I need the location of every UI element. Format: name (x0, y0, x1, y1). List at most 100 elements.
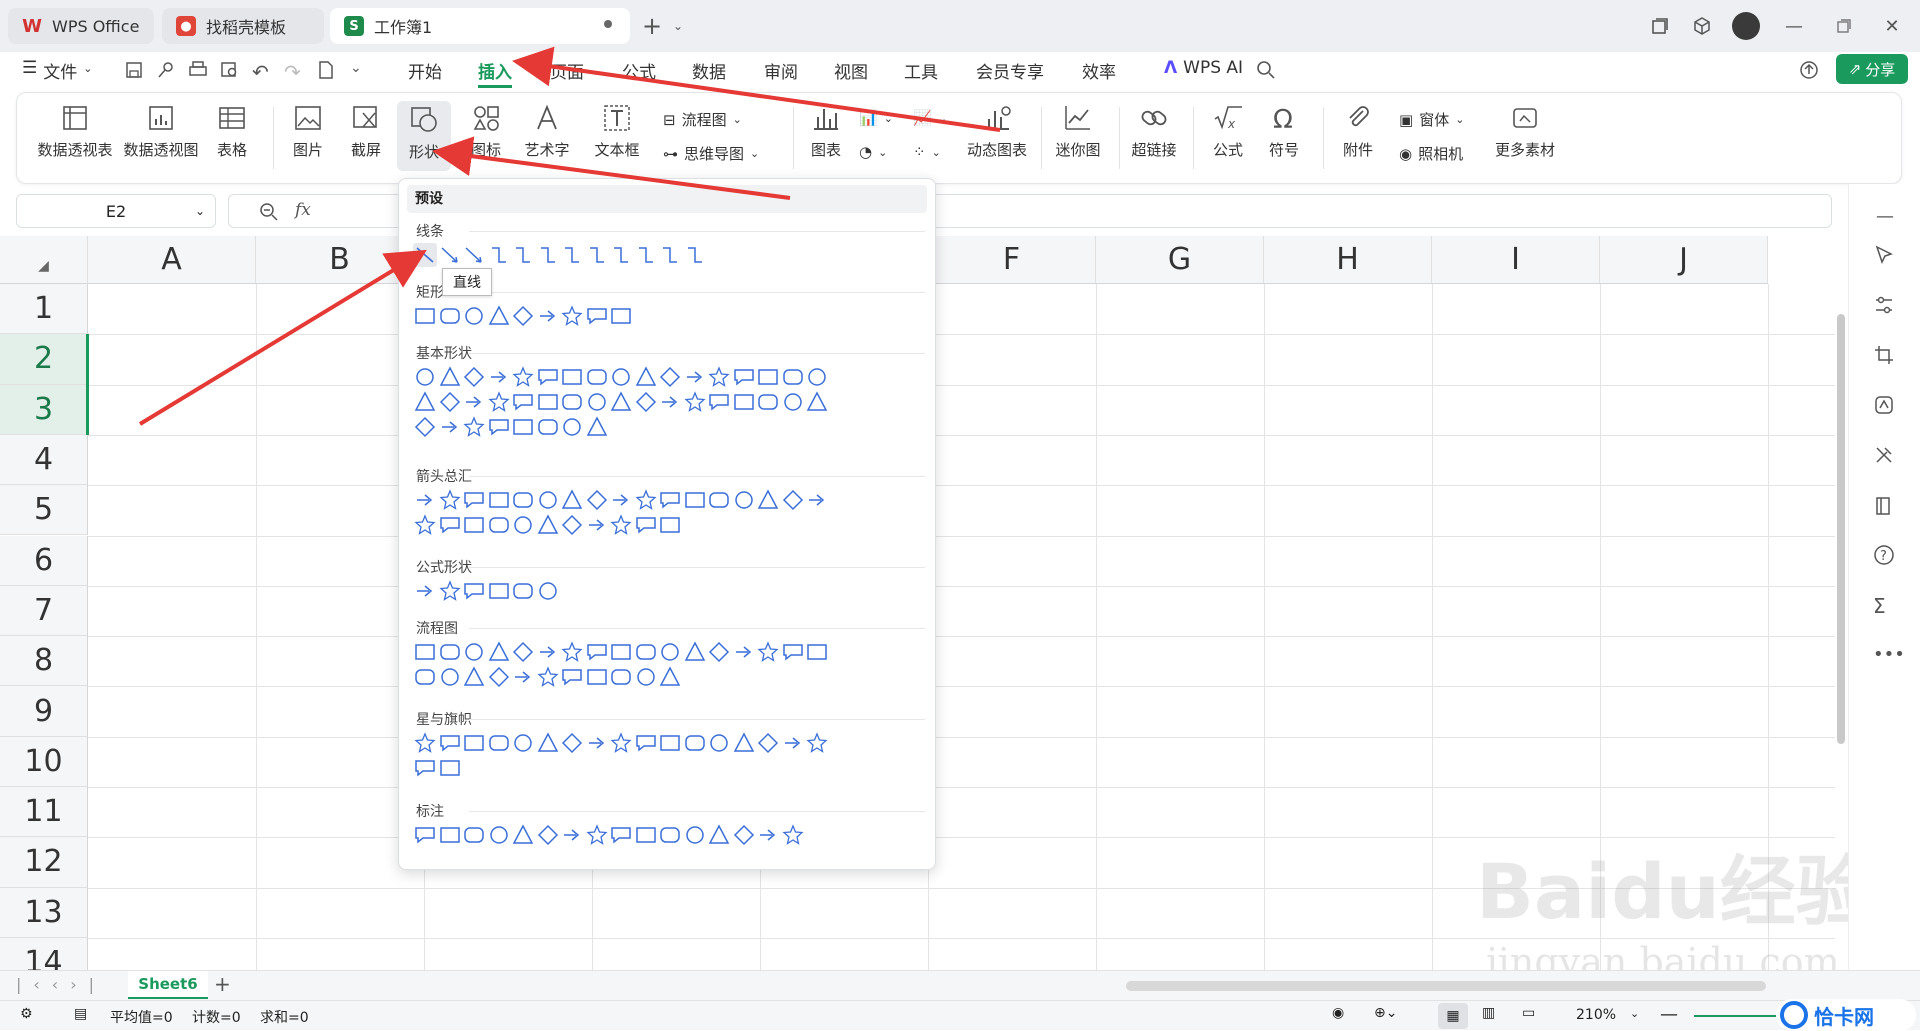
shape-option[interactable] (658, 640, 682, 664)
undo-icon[interactable]: ↶ (252, 60, 274, 84)
shape-option[interactable] (462, 243, 486, 267)
format-painter-icon[interactable] (156, 60, 178, 82)
shape-option[interactable] (560, 365, 584, 389)
menu-review[interactable]: 审阅 (764, 58, 798, 83)
chart-button[interactable]: 图表 (803, 101, 849, 160)
shape-option[interactable] (487, 365, 511, 389)
shape-option[interactable] (560, 513, 584, 537)
shape-option[interactable] (462, 823, 486, 847)
flowchart-button[interactable]: ⊟ 流程图 ⌄ (663, 109, 742, 130)
shape-option[interactable] (511, 731, 535, 755)
shape-option[interactable] (560, 304, 584, 328)
shape-option[interactable] (634, 731, 658, 755)
page-layout-icon[interactable]: ▥ (1482, 1005, 1495, 1021)
shapes-button[interactable]: 形状 (397, 101, 451, 171)
help-icon[interactable]: ? (1873, 544, 1897, 568)
shape-option[interactable] (658, 823, 682, 847)
tab-workbook[interactable]: S 工作簿1 (330, 8, 630, 44)
shape-option[interactable] (487, 304, 511, 328)
screenshot-button[interactable]: 截屏 (341, 101, 391, 160)
shape-option[interactable] (609, 304, 633, 328)
shape-option[interactable] (585, 731, 609, 755)
shape-option[interactable] (609, 365, 633, 389)
shape-option[interactable] (609, 823, 633, 847)
shape-option[interactable] (413, 304, 437, 328)
shape-option[interactable] (658, 513, 682, 537)
pivot-table-button[interactable]: 数据透视表 (35, 101, 115, 160)
shape-option[interactable] (536, 513, 560, 537)
shape-option[interactable] (462, 665, 486, 689)
shape-option[interactable] (805, 731, 829, 755)
shape-option[interactable] (585, 365, 609, 389)
shape-option[interactable] (805, 365, 829, 389)
shape-option[interactable] (683, 823, 707, 847)
new-tab-icon[interactable]: + (640, 12, 664, 40)
eye-icon[interactable]: ◉ (1332, 1005, 1344, 1021)
shape-option[interactable] (413, 823, 437, 847)
more-icon[interactable]: ••• (1873, 644, 1905, 668)
shape-option[interactable] (487, 488, 511, 512)
row-header-1[interactable]: 1 (0, 284, 88, 335)
sum-icon[interactable]: Σ (1873, 594, 1897, 618)
shape-option[interactable] (756, 823, 780, 847)
column-header-f[interactable]: F (928, 236, 1096, 284)
shape-option[interactable] (634, 640, 658, 664)
shape-option[interactable] (609, 243, 633, 267)
shape-option[interactable] (438, 304, 462, 328)
table-button[interactable]: 表格 (207, 101, 257, 160)
shape-option[interactable] (487, 731, 511, 755)
menu-efficiency[interactable]: 效率 (1082, 58, 1116, 83)
menu-insert[interactable]: 插入 (478, 58, 512, 88)
shape-option[interactable] (487, 640, 511, 664)
shape-option[interactable] (609, 513, 633, 537)
column-header-j[interactable]: J (1600, 236, 1768, 284)
menu-tools[interactable]: 工具 (904, 58, 938, 83)
row-header-4[interactable]: 4 (0, 434, 88, 486)
shape-option[interactable] (511, 415, 535, 439)
sheet-nav-icons[interactable]: |‹‹›| (16, 975, 106, 994)
file-menu[interactable]: ☰ 文件 ⌄ (22, 58, 92, 83)
shape-option[interactable] (536, 640, 560, 664)
tab-templates[interactable]: ● 找稻壳模板 (162, 8, 324, 44)
name-box[interactable]: E2 ⌄ (16, 194, 216, 228)
shape-option[interactable] (634, 488, 658, 512)
icons-button[interactable]: 图标 (463, 101, 509, 160)
column-header-h[interactable]: H (1264, 236, 1432, 284)
shape-option[interactable] (536, 731, 560, 755)
shape-option[interactable] (707, 365, 731, 389)
shape-option[interactable] (585, 243, 609, 267)
shape-option[interactable] (511, 488, 535, 512)
crosshair-icon[interactable]: ⊕⌄ (1374, 1005, 1397, 1021)
shape-option[interactable] (487, 579, 511, 603)
new-file-icon[interactable] (316, 60, 338, 82)
shape-option[interactable] (609, 665, 633, 689)
sheet-list-icon[interactable]: ▤ (74, 1006, 87, 1022)
row-header-13[interactable]: 13 (0, 887, 88, 938)
shape-option[interactable] (511, 579, 535, 603)
shape-option[interactable] (707, 731, 731, 755)
select-all-corner[interactable]: ◢ (0, 236, 88, 284)
print-icon[interactable] (188, 60, 210, 82)
shape-option[interactable] (756, 640, 780, 664)
shape-option[interactable] (462, 415, 486, 439)
pivot-chart-button[interactable]: 数据透视图 (121, 101, 201, 160)
shape-option[interactable] (536, 823, 560, 847)
zoom-search-icon[interactable] (259, 202, 279, 222)
shape-option[interactable] (585, 488, 609, 512)
unsaved-dot-icon[interactable] (604, 20, 612, 28)
shape-option[interactable] (781, 823, 805, 847)
save-icon[interactable] (124, 60, 146, 82)
cloud-upload-icon[interactable] (1798, 60, 1820, 82)
shape-option[interactable] (732, 365, 756, 389)
menu-data[interactable]: 数据 (692, 58, 726, 83)
shape-option[interactable] (658, 243, 682, 267)
shape-option[interactable] (438, 415, 462, 439)
shape-option[interactable] (609, 640, 633, 664)
attachment-button[interactable]: 附件 (1333, 101, 1383, 160)
pie-chart-dropdown[interactable]: ◔ ⌄ (859, 143, 887, 161)
shape-option[interactable] (413, 390, 437, 414)
shape-option[interactable] (487, 243, 511, 267)
chevron-down-icon[interactable]: ⌄ (666, 14, 690, 38)
shape-option[interactable] (462, 513, 486, 537)
share-button[interactable]: ⇗ 分享 (1836, 54, 1908, 84)
